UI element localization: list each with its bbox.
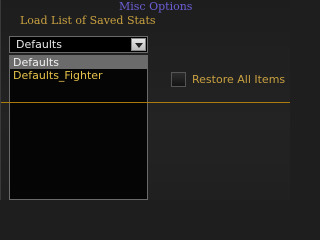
dropdown-option-defaults-fighter[interactable]: Defaults_Fighter [10,69,147,82]
chevron-down-icon[interactable] [131,38,146,51]
restore-all-items-label: Restore All Items [192,73,286,86]
misc-options-panel: Misc Options Load List of Saved Stats De… [0,0,290,200]
dropdown-option-defaults[interactable]: Defaults [10,56,147,69]
saved-stats-dropdown-list[interactable]: Defaults Defaults_Fighter [9,55,148,200]
divider [1,102,290,103]
selected-value: Defaults [16,38,62,51]
restore-all-items-toggle[interactable]: Restore All Items [171,72,286,88]
load-list-label: Load List of Saved Stats [20,14,156,27]
saved-stats-select[interactable]: Defaults [9,36,148,53]
restore-all-items-checkbox[interactable] [171,72,186,87]
section-title: Misc Options [119,0,193,13]
